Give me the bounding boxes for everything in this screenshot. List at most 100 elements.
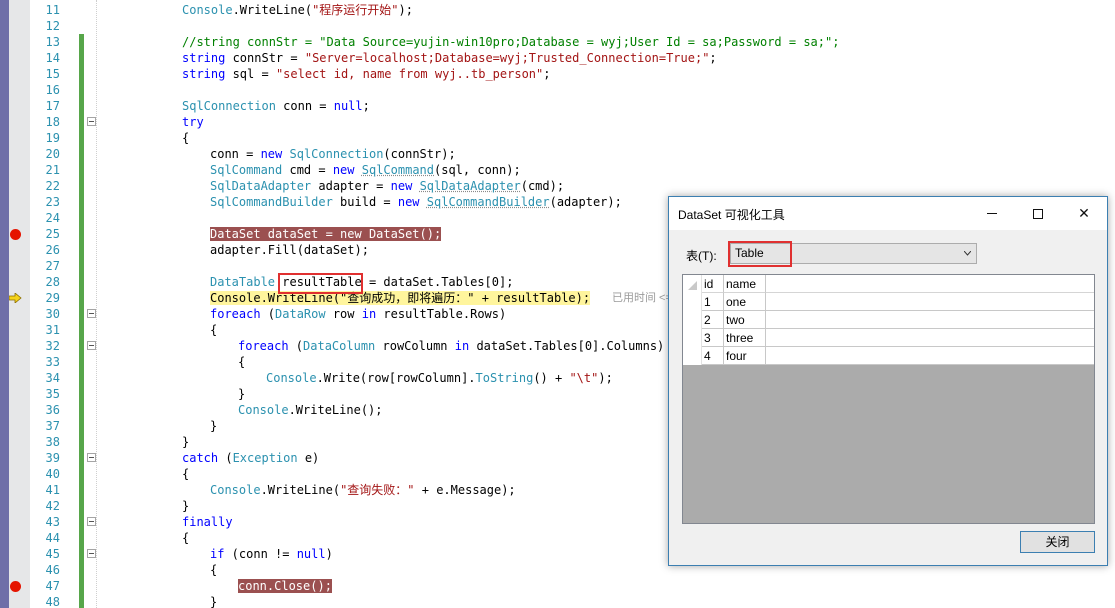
change-indicator [79,514,84,530]
line-number: 31 [45,323,60,337]
code-text[interactable]: SqlDataAdapter adapter = new SqlDataAdap… [210,178,564,194]
code-text[interactable]: if (conn != null) [210,546,333,562]
code-text[interactable]: SqlCommand cmd = new SqlCommand(sql, con… [210,162,521,178]
code-line[interactable]: 18 try [0,114,1115,130]
cell-name[interactable]: three [724,329,766,347]
breakpoint-icon[interactable] [10,581,21,592]
code-text[interactable]: Console.Write(row[rowColumn].ToString() … [266,370,613,386]
code-token: (sql, conn); [434,163,521,177]
table-row[interactable]: 4 four [683,347,1094,365]
code-token: catch [182,451,219,465]
change-indicator [79,354,84,370]
code-text[interactable]: string connStr = "Server=localhost;Datab… [182,50,717,66]
collapse-icon[interactable] [87,549,96,558]
breakpoint-icon[interactable] [10,229,21,240]
code-text[interactable]: } [210,418,217,434]
code-text[interactable]: { [210,562,217,578]
close-button[interactable]: 关闭 [1020,531,1095,553]
code-text[interactable]: Console.WriteLine("查询失败：" + e.Message); [210,482,516,498]
code-text[interactable]: conn.Close(); [238,578,332,594]
code-text[interactable]: } [210,594,217,608]
code-text[interactable]: } [182,498,189,514]
code-text[interactable]: adapter.Fill(dataSet); [210,242,369,258]
table-row[interactable]: 3 three [683,329,1094,347]
row-filler [766,347,1094,365]
code-line[interactable]: 48} [0,594,1115,608]
line-number: 41 [45,483,60,497]
table-row[interactable]: 1 one [683,293,1094,311]
code-text[interactable]: try [182,114,204,130]
dialog-titlebar[interactable]: DataSet 可视化工具 ✕ [669,197,1107,230]
cell-id[interactable]: 4 [702,347,724,365]
cell-name[interactable]: two [724,311,766,329]
code-text[interactable]: } [182,434,189,450]
cell-id[interactable]: 2 [702,311,724,329]
row-header[interactable] [683,311,702,329]
code-text[interactable]: conn = new SqlConnection(connStr); [210,146,456,162]
cell-name[interactable]: one [724,293,766,311]
code-token: new [332,163,355,177]
code-line[interactable]: 19 { [0,130,1115,146]
code-line[interactable]: 21 SqlCommand cmd = new SqlCommand(sql, c… [0,162,1115,178]
code-token: "select id, name from wyj..tb_person" [275,67,544,81]
code-text[interactable]: foreach (DataRow row in resultTable.Rows… [210,306,506,322]
row-header[interactable] [683,347,702,365]
code-line[interactable]: 16 [0,82,1115,98]
column-header-name[interactable]: name [724,275,766,293]
table-row[interactable]: 2 two [683,311,1094,329]
row-header[interactable] [683,293,702,311]
column-header-id[interactable]: id [702,275,724,293]
code-line[interactable]: 14 string connStr = "Server=localhost;Dat… [0,50,1115,66]
code-text[interactable]: string sql = "select id, name from wyj..… [182,66,550,82]
code-token: } [238,387,246,401]
code-text[interactable]: { [210,322,217,338]
collapse-icon[interactable] [87,117,96,126]
code-text[interactable]: foreach (DataColumn rowColumn in dataSet… [238,338,664,354]
minimize-button[interactable] [969,197,1015,230]
code-token: (conn != [224,547,297,561]
collapse-icon[interactable] [87,453,96,462]
collapse-icon[interactable] [87,309,96,318]
code-text[interactable]: finally [182,514,233,530]
code-text[interactable]: //string connStr = "Data Source=yujin-wi… [182,34,839,50]
code-line[interactable]: 22 SqlDataAdapter adapter = new SqlDataAd… [0,178,1115,194]
code-text[interactable]: DataSet dataSet = new DataSet(); [210,226,442,242]
code-token: SqlCommand [361,163,434,177]
maximize-button[interactable] [1015,197,1061,230]
code-line[interactable]: 47 conn.Close(); [0,578,1115,594]
code-text[interactable]: SqlConnection conn = null; [182,98,370,114]
code-text[interactable]: Console.WriteLine("查询成功，即将遍历：" + resultT… [210,290,591,306]
row-header[interactable] [683,329,702,347]
code-text[interactable]: SqlCommandBuilder build = new SqlCommand… [210,194,622,210]
code-token: "\t" [569,371,599,385]
collapse-icon[interactable] [87,341,96,350]
code-text[interactable]: Console.WriteLine("程序运行开始"); [182,2,413,18]
window-close-button[interactable]: ✕ [1061,197,1107,230]
code-line[interactable]: 13 //string connStr = "Data Source=yujin-… [0,34,1115,50]
code-text[interactable]: { [182,466,189,482]
code-text[interactable]: { [182,130,189,146]
code-line[interactable]: 15 string sql = "select id, name from wyj… [0,66,1115,82]
code-token: ; [543,67,551,81]
code-token: .WriteLine( [260,483,341,497]
code-line[interactable]: 17 SqlConnection conn = null; [0,98,1115,114]
line-number: 19 [45,131,60,145]
code-text[interactable]: { [238,354,245,370]
collapse-icon[interactable] [87,517,96,526]
code-text[interactable]: Console.WriteLine(); [238,402,383,418]
cell-name[interactable]: four [724,347,766,365]
data-grid[interactable]: id name 1 one 2 two 3 three 4 four [682,274,1095,524]
code-token: conn = [275,99,334,113]
cell-id[interactable]: 3 [702,329,724,347]
cell-id[interactable]: 1 [702,293,724,311]
change-indicator [79,530,84,546]
code-text[interactable]: catch (Exception e) [182,450,319,466]
code-line[interactable]: 20 conn = new SqlConnection(connStr); [0,146,1115,162]
change-indicator [79,306,84,322]
code-token: SqlDataAdapter [419,179,521,193]
grid-corner[interactable] [683,275,702,293]
code-text[interactable]: { [182,530,189,546]
code-line[interactable]: 11 Console.WriteLine("程序运行开始"); [0,2,1115,18]
code-line[interactable]: 12 [0,18,1115,34]
code-text[interactable]: } [238,386,245,402]
